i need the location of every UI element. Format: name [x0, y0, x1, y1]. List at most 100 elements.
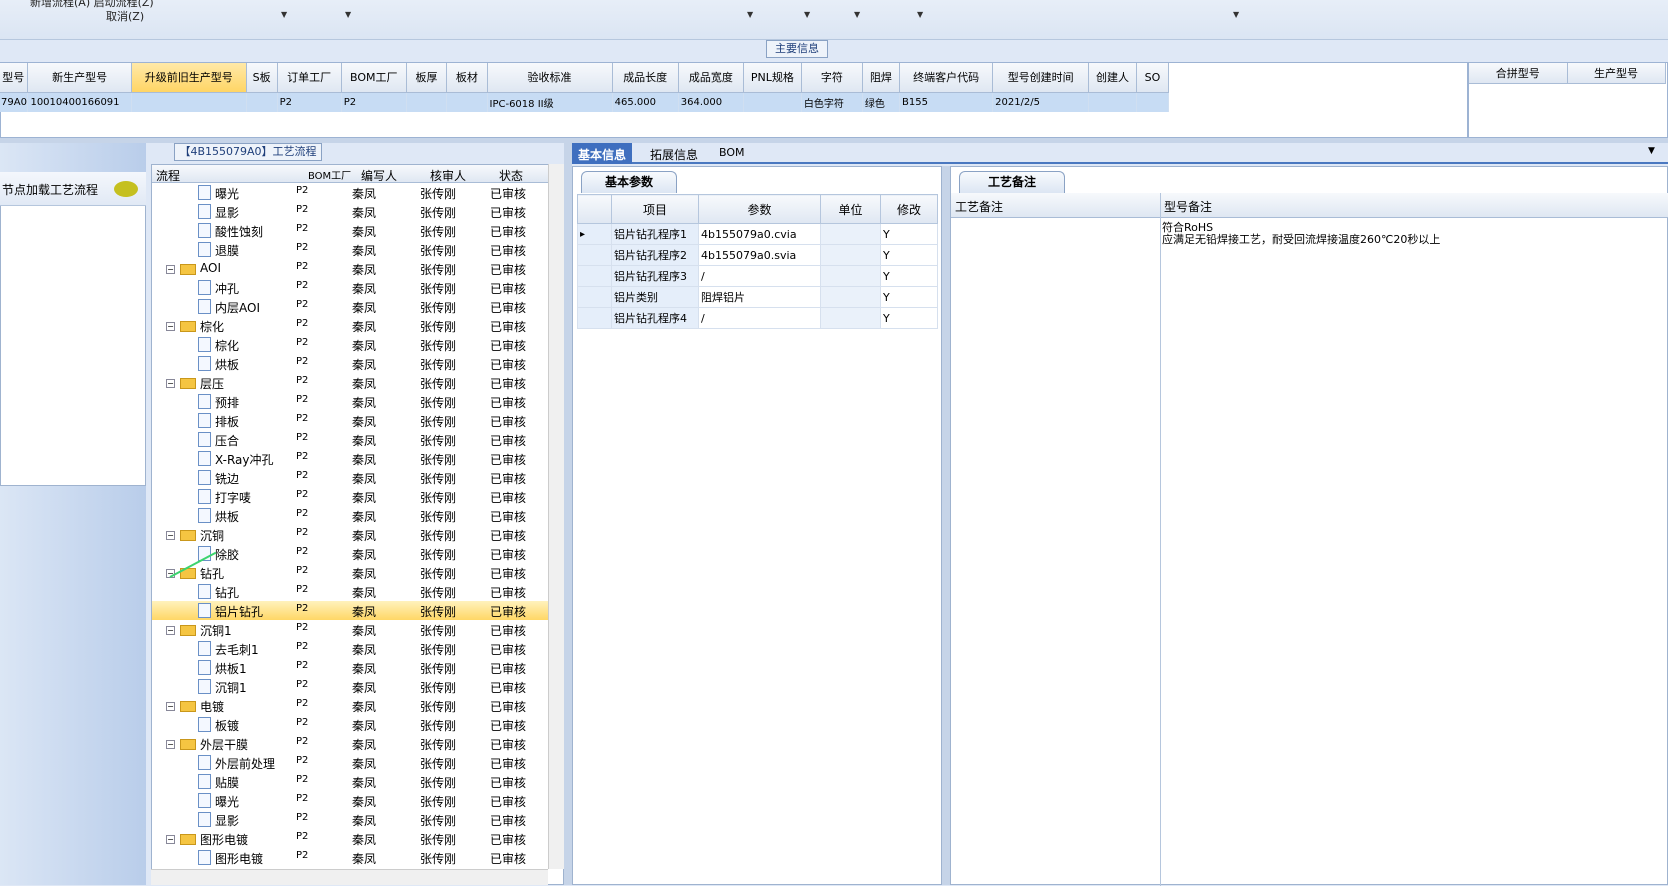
- param-cell-v[interactable]: 阻焊铝片: [698, 286, 821, 308]
- tree-row[interactable]: 图形电镀 P2 秦凤 张传刚 已审核: [152, 848, 548, 867]
- table-cell[interactable]: 10010400166091: [27, 92, 132, 112]
- tree-col-writer[interactable]: 编写人: [361, 167, 397, 184]
- param-col-modify[interactable]: 修改: [880, 194, 938, 224]
- notes-col-process[interactable]: 工艺备注: [955, 198, 1003, 215]
- tree-col-reviewer[interactable]: 核审人: [430, 167, 466, 184]
- table-cell[interactable]: 白色字符: [801, 92, 863, 112]
- model-note-line2[interactable]: 应满足无铅焊接工艺，耐受回流焊接温度260℃20秒以上: [1162, 231, 1440, 247]
- tree-row[interactable]: − 电镀 P2 秦凤 张传刚 已审核: [152, 696, 548, 715]
- cancel-button[interactable]: 取消(Z): [106, 8, 144, 24]
- param-cell-u[interactable]: [820, 307, 881, 329]
- param-cell-m[interactable]: Y: [880, 265, 938, 287]
- param-cell-k[interactable]: 铝片钻孔程序2: [611, 244, 699, 266]
- chevron-down-icon[interactable]: ▼: [804, 10, 810, 19]
- table-cell[interactable]: 465.000: [612, 92, 679, 112]
- param-cell-u[interactable]: [820, 286, 881, 308]
- param-row[interactable]: 铝片钻孔程序4/ Y: [577, 307, 938, 329]
- param-cell-m[interactable]: Y: [880, 244, 938, 266]
- grid-col-header[interactable]: 订单工厂: [277, 63, 342, 93]
- tree-row[interactable]: − 棕化 P2 秦凤 张传刚 已审核: [152, 316, 548, 335]
- tree-row[interactable]: − 沉铜 P2 秦凤 张传刚 已审核: [152, 525, 548, 544]
- tree-row[interactable]: 曝光 P2 秦凤 张传刚 已审核: [152, 791, 548, 810]
- chevron-down-icon[interactable]: ▼: [917, 10, 923, 19]
- production-model-header[interactable]: 生产型号: [1567, 63, 1666, 84]
- tree-row[interactable]: 去毛刺1 P2 秦凤 张传刚 已审核: [152, 639, 548, 658]
- chevron-down-icon[interactable]: ▼: [281, 10, 287, 19]
- grid-col-header[interactable]: 板厚: [406, 63, 448, 93]
- tree-row[interactable]: − 沉铜1 P2 秦凤 张传刚 已审核: [152, 620, 548, 639]
- grid-col-header[interactable]: 型号: [0, 63, 29, 93]
- tree-col-flow[interactable]: 流程: [156, 167, 180, 184]
- tree-row[interactable]: 贴膜 P2 秦凤 张传刚 已审核: [152, 772, 548, 791]
- table-cell[interactable]: 364.000: [678, 92, 744, 112]
- main-info-label[interactable]: 主要信息: [766, 40, 828, 58]
- tree-row[interactable]: X-Ray冲孔 P2 秦凤 张传刚 已审核: [152, 449, 548, 468]
- tabs-menu-icon[interactable]: ▼: [1642, 143, 1661, 164]
- table-cell[interactable]: [743, 92, 802, 112]
- tree-row[interactable]: − 图形电镀 P2 秦凤 张传刚 已审核: [152, 829, 548, 848]
- table-cell[interactable]: [1088, 92, 1137, 112]
- param-cell-k[interactable]: 铝片钻孔程序4: [611, 307, 699, 329]
- tree-row[interactable]: 烘板 P2 秦凤 张传刚 已审核: [152, 354, 548, 373]
- chevron-down-icon[interactable]: ▼: [345, 10, 351, 19]
- tree-row[interactable]: 外层前处理 P2 秦凤 张传刚 已审核: [152, 753, 548, 772]
- table-cell[interactable]: 2021/2/5: [992, 92, 1090, 112]
- grid-col-header[interactable]: 板材: [446, 63, 488, 93]
- grid-col-header[interactable]: 字符: [801, 63, 863, 93]
- param-col-unit[interactable]: 单位: [820, 194, 881, 224]
- grid-col-header[interactable]: SO: [1136, 63, 1170, 93]
- tree-row[interactable]: 显影 P2 秦凤 张传刚 已审核: [152, 202, 548, 221]
- table-cell[interactable]: 79A0: [0, 92, 29, 112]
- tree-row[interactable]: 钻孔 P2 秦凤 张传刚 已审核: [152, 582, 548, 601]
- vertical-splitter[interactable]: [564, 143, 572, 885]
- tree-row[interactable]: − 外层干膜 P2 秦凤 张传刚 已审核: [152, 734, 548, 753]
- basic-params-tab[interactable]: 基本参数: [581, 171, 677, 193]
- grid-col-header[interactable]: 型号创建时间: [992, 63, 1090, 93]
- tree-row[interactable]: 板镀 P2 秦凤 张传刚 已审核: [152, 715, 548, 734]
- collapse-icon[interactable]: −: [166, 740, 175, 749]
- table-cell[interactable]: [131, 92, 247, 112]
- param-cell-v[interactable]: 4b155079a0.cvia: [698, 223, 821, 245]
- param-cell-v[interactable]: 4b155079a0.svia: [698, 244, 821, 266]
- tab-basic-info[interactable]: 基本信息: [572, 143, 633, 164]
- comment-icon[interactable]: [114, 181, 138, 197]
- param-col-value[interactable]: 参数: [698, 194, 821, 224]
- tree-row[interactable]: 显影 P2 秦凤 张传刚 已审核: [152, 810, 548, 829]
- grid-col-header[interactable]: 新生产型号: [27, 63, 132, 93]
- param-row[interactable]: ▸ 铝片钻孔程序1 4b155079a0.cvia Y: [577, 223, 938, 245]
- table-cell[interactable]: IPC-6018 II级: [487, 92, 613, 112]
- tree-row[interactable]: 铣边 P2 秦凤 张传刚 已审核: [152, 468, 548, 487]
- collapse-icon[interactable]: −: [166, 379, 175, 388]
- param-cell-k[interactable]: 铝片类别: [611, 286, 699, 308]
- tree-row[interactable]: 压合 P2 秦凤 张传刚 已审核: [152, 430, 548, 449]
- chevron-down-icon[interactable]: ▼: [854, 10, 860, 19]
- tree-row[interactable]: 棕化 P2 秦凤 张传刚 已审核: [152, 335, 548, 354]
- tree-row[interactable]: 沉铜1 P2 秦凤 张传刚 已审核: [152, 677, 548, 696]
- tab-bom[interactable]: BOM: [713, 143, 751, 164]
- param-cell-u[interactable]: [820, 244, 881, 266]
- param-cell-k[interactable]: 铝片钻孔程序1: [611, 223, 699, 245]
- param-cell-v[interactable]: /: [698, 265, 821, 287]
- collapse-icon[interactable]: −: [166, 322, 175, 331]
- grid-col-header[interactable]: 终端客户代码: [899, 63, 994, 93]
- chevron-down-icon[interactable]: ▼: [1233, 10, 1239, 19]
- tree-row[interactable]: − 层压 P2 秦凤 张传刚 已审核: [152, 373, 548, 392]
- table-cell[interactable]: [1136, 92, 1170, 112]
- table-cell[interactable]: B155: [899, 92, 994, 112]
- table-cell[interactable]: [446, 92, 488, 112]
- param-row[interactable]: 铝片类别 阻焊铝片 Y: [577, 286, 938, 308]
- table-cell[interactable]: P2: [341, 92, 407, 112]
- param-cell-u[interactable]: [820, 265, 881, 287]
- grid-col-header[interactable]: 阻焊: [862, 63, 901, 93]
- grid-col-header[interactable]: 成品宽度: [678, 63, 744, 93]
- vertical-splitter[interactable]: [942, 166, 950, 885]
- tree-row[interactable]: 内层AOI P2 秦凤 张传刚 已审核: [152, 297, 548, 316]
- grid-col-header[interactable]: 验收标准: [487, 63, 613, 93]
- grid-col-header[interactable]: BOM工厂: [341, 63, 407, 93]
- table-cell[interactable]: [406, 92, 448, 112]
- param-cell-k[interactable]: 铝片钻孔程序3: [611, 265, 699, 287]
- chevron-down-icon[interactable]: ▼: [747, 10, 753, 19]
- param-cell-m[interactable]: Y: [880, 286, 938, 308]
- tree-row[interactable]: 酸性蚀刻 P2 秦凤 张传刚 已审核: [152, 221, 548, 240]
- grid-col-header[interactable]: 创建人: [1088, 63, 1137, 93]
